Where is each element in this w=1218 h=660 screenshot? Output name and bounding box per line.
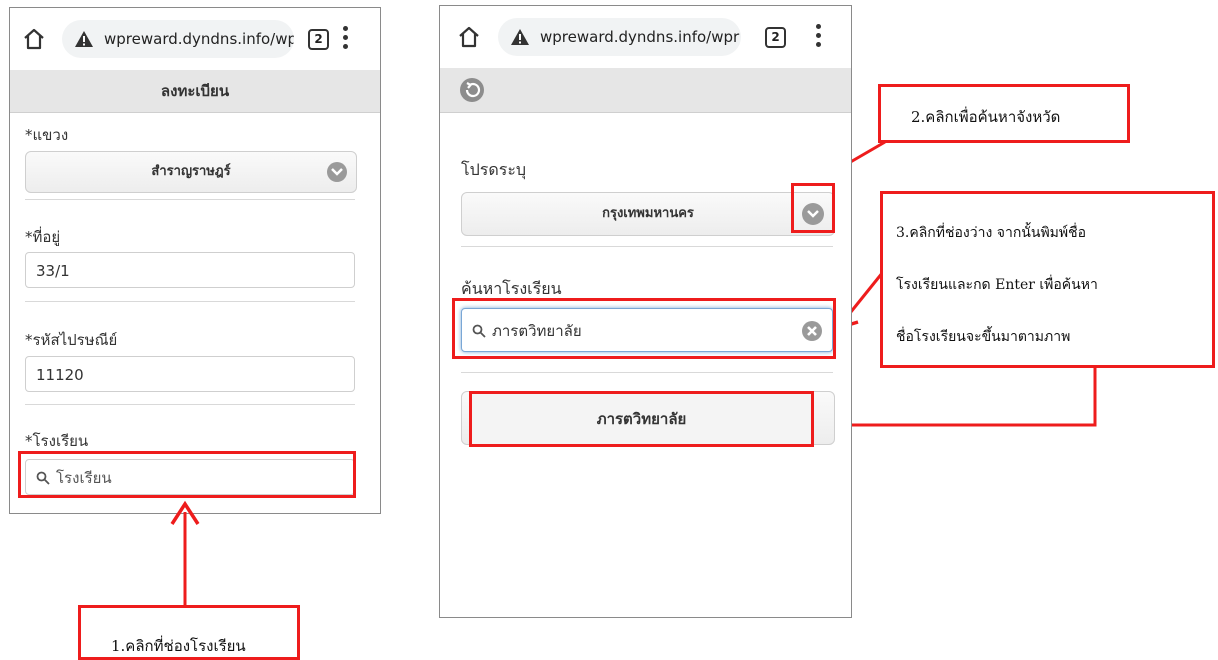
address-bar[interactable]: wpreward.dyndns.info/wpr [498, 18, 741, 56]
postcode-field[interactable]: 11120 [25, 356, 355, 392]
district-value: สำราญราษฎร์ [151, 164, 231, 179]
browser-toolbar: wpreward.dyndns.info/wpr 2 [10, 8, 380, 71]
url-text: wpreward.dyndns.info/wpr [104, 30, 294, 48]
divider [25, 404, 355, 405]
url-text: wpreward.dyndns.info/wpr [540, 28, 740, 46]
home-icon[interactable] [457, 25, 481, 49]
postcode-label: *รหัสไปรษณีย์ [25, 331, 118, 349]
tab-count-button[interactable]: 2 [308, 29, 329, 50]
left-phone-screen: wpreward.dyndns.info/wpr 2 ลงทะเบียน *แข… [9, 7, 381, 514]
warning-icon [75, 31, 93, 47]
divider [25, 301, 355, 302]
search-result-label: ภารตวิทยาลัย [596, 410, 687, 428]
more-menu-icon[interactable] [816, 24, 822, 48]
address-bar[interactable]: wpreward.dyndns.info/wpr [62, 20, 294, 58]
callout-step3-line1: 3.คลิกที่ช่องว่าง จากนั้นพิมพ์ชื่อ [896, 225, 1087, 241]
province-select[interactable]: กรุงเทพมหานคร [461, 192, 835, 236]
more-menu-icon[interactable] [343, 26, 349, 50]
chevron-down-icon [327, 162, 347, 182]
district-label: *แขวง [25, 126, 69, 144]
divider [461, 372, 833, 373]
back-button[interactable] [460, 78, 484, 102]
divider [25, 199, 355, 200]
highlight-school-field [18, 451, 356, 498]
callout-step1: 1.คลิกที่ช่องโรงเรียน [78, 605, 300, 660]
province-value: กรุงเทพมหานคร [602, 206, 694, 221]
back-arrow-icon [465, 82, 481, 98]
callout-step3-line3: ชื่อโรงเรียนจะขึ้นมาตามภาพ [896, 329, 1071, 345]
callout-step1-text: 1.คลิกที่ช่องโรงเรียน [111, 637, 246, 655]
school-label: *โรงเรียน [25, 432, 89, 450]
address-label: *ที่อยู่ [25, 228, 61, 246]
highlight-search-field [452, 298, 836, 359]
warning-icon [511, 29, 529, 45]
address-field[interactable]: 33/1 [25, 252, 355, 288]
divider [461, 246, 833, 247]
callout-step3-line2: โรงเรียนและกด Enter เพื่อค้นหา [896, 277, 1098, 293]
home-icon[interactable] [22, 27, 46, 51]
highlight-province-chevron [791, 183, 835, 233]
browser-toolbar: wpreward.dyndns.info/wpr 2 [440, 6, 851, 69]
header-bar [440, 68, 851, 113]
callout-step2: 2.คลิกเพื่อค้นหาจังหวัด [878, 84, 1130, 143]
page-title: ลงทะเบียน [10, 70, 380, 113]
tab-count-button[interactable]: 2 [765, 27, 786, 48]
district-select[interactable]: สำราญราษฎร์ [25, 151, 357, 193]
callout-step2-text: 2.คลิกเพื่อค้นหาจังหวัด [911, 108, 1061, 126]
callout-step3: 3.คลิกที่ช่องว่าง จากนั้นพิมพ์ชื่อ โรงเร… [880, 191, 1215, 368]
province-label: โปรดระบุ [461, 160, 527, 179]
